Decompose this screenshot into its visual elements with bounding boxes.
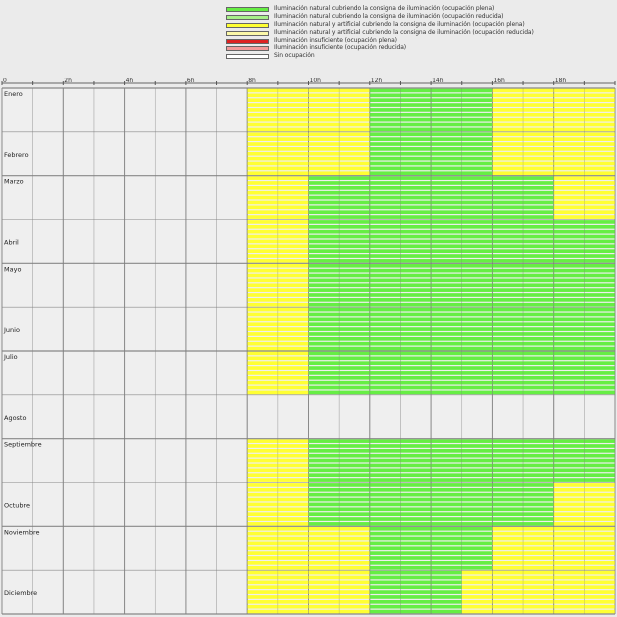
heatmap-cell xyxy=(369,604,462,609)
legend-item: Sin ocupación xyxy=(226,52,611,60)
month-label: Diciembre xyxy=(4,589,37,597)
heatmap-cell xyxy=(369,609,462,614)
month-label: Mayo xyxy=(4,265,21,273)
month-label: Septiembre xyxy=(4,441,42,449)
heatmap-cell xyxy=(369,570,462,575)
legend-swatch xyxy=(226,54,269,60)
x-tick-label: 10h xyxy=(310,78,322,84)
month-label: Agosto xyxy=(4,414,26,422)
legend-swatch xyxy=(226,46,269,52)
month-label: Febrero xyxy=(4,151,29,159)
legend-label: Iluminación natural cubriendo la consign… xyxy=(274,12,504,20)
x-tick-label: 14h xyxy=(432,78,444,84)
heatmap-cell xyxy=(369,580,462,585)
legend-swatch xyxy=(226,22,269,28)
month-label: Abril xyxy=(4,238,19,246)
heatmap-cell xyxy=(369,590,462,594)
legend-label: Iluminación natural y artificial cubrien… xyxy=(274,28,534,36)
heatmap-cell xyxy=(461,609,615,614)
legend-label: Iluminación natural cubriendo la consign… xyxy=(274,5,495,12)
month-label: Enero xyxy=(4,90,23,98)
month-label: Julio xyxy=(3,353,18,361)
heatmap-cell xyxy=(461,604,615,609)
x-tick-label: 18h xyxy=(555,78,567,84)
legend-label: Iluminación natural y artificial cubrien… xyxy=(274,20,525,28)
heatmap-cell xyxy=(369,595,462,599)
heatmap-cell xyxy=(461,575,615,580)
month-label: Noviembre xyxy=(4,528,39,536)
legend: Iluminación natural cubriendo la consign… xyxy=(226,5,611,61)
legend-swatch xyxy=(226,38,269,44)
heatmap-cell xyxy=(369,599,462,604)
heatmap-cell xyxy=(369,575,462,580)
heatmap-cell xyxy=(461,590,615,594)
legend-label: Iluminación insuficiente (ocupación redu… xyxy=(274,44,407,52)
legend-label: Iluminación insuficiente (ocupación plen… xyxy=(274,36,397,44)
x-tick-label: 16h xyxy=(493,78,505,84)
x-tick-label: 12h xyxy=(371,78,383,84)
legend-swatch xyxy=(226,30,269,36)
heatmap-cell xyxy=(461,595,615,599)
x-tick-label: 6h xyxy=(187,78,195,84)
heatmap-cell xyxy=(461,580,615,585)
legend-swatch xyxy=(226,14,269,20)
x-tick-label: 0 xyxy=(3,78,7,84)
x-tick-label: 4h xyxy=(126,78,134,84)
occupancy-heatmap: 0 2h 4h 6h 8h 10h 12h 14h 16h 18h Enero Febrero Marz… xyxy=(1,78,616,615)
month-label: Junio xyxy=(3,326,20,334)
heatmap-cell xyxy=(461,599,615,604)
heatmap-cell xyxy=(369,585,462,590)
month-label: Marzo xyxy=(4,178,24,186)
x-tick-label: 2h xyxy=(64,78,72,84)
heatmap-cell xyxy=(461,570,615,575)
month-label: Octubre xyxy=(4,501,30,509)
legend-label: Sin ocupación xyxy=(274,52,315,60)
x-tick-label: 8h xyxy=(248,78,256,84)
legend-swatch xyxy=(226,7,269,12)
heatmap-cell xyxy=(461,585,615,590)
